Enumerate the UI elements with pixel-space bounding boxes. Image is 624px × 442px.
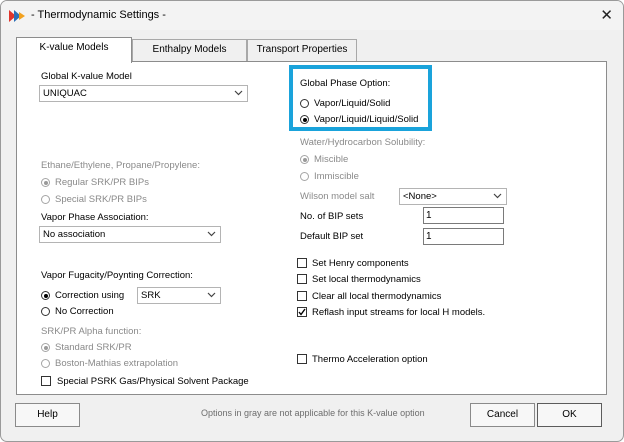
vapor-association-dropdown[interactable]: No association <box>39 226 221 243</box>
boston-mathias-label: Boston-Mathias extrapolation <box>55 358 179 369</box>
fugacity-correction-label: Vapor Fugacity/Poynting Correction: <box>41 270 193 281</box>
chevron-down-icon <box>493 193 502 199</box>
window-title: - Thermodynamic Settings - <box>31 9 166 21</box>
psrk-checkbox[interactable] <box>41 376 51 386</box>
miscible-radio <box>300 155 309 164</box>
global-k-value-dropdown[interactable]: UNIQUAC <box>39 85 248 102</box>
immiscible-label: Immiscible <box>314 171 359 182</box>
ok-button[interactable]: OK <box>537 403 602 427</box>
standard-alpha-label: Standard SRK/PR <box>55 342 132 353</box>
local-thermo-label: Set local thermodynamics <box>312 274 421 285</box>
gray-options-note: Options in gray are not applicable for t… <box>201 408 425 418</box>
regular-bips-radio <box>41 178 50 187</box>
default-bip-label: Default BIP set <box>300 231 364 242</box>
miscible-label: Miscible <box>314 154 349 165</box>
checkmark-icon <box>298 308 306 316</box>
standard-alpha-radio <box>41 343 50 352</box>
boston-mathias-radio <box>41 359 50 368</box>
thermodynamic-settings-dialog: - Thermodynamic Settings - ✕ K-value Mod… <box>0 0 624 442</box>
correction-using-radio[interactable] <box>41 291 50 300</box>
wilson-salt-text: <None> <box>403 191 437 202</box>
global-k-value-text: UNIQUAC <box>43 88 87 99</box>
vapor-association-text: No association <box>43 229 106 240</box>
reflash-streams-label: Reflash input streams for local H models… <box>312 307 486 318</box>
tab-transport-properties[interactable]: Transport Properties <box>247 39 357 61</box>
chevron-down-icon <box>207 292 216 298</box>
no-correction-radio[interactable] <box>41 307 50 316</box>
title-bar: - Thermodynamic Settings - ✕ <box>1 1 623 30</box>
psrk-label: Special PSRK Gas/Physical Solvent Packag… <box>57 376 249 387</box>
no-correction-label: No Correction <box>55 306 114 317</box>
correction-using-label: Correction using <box>55 290 125 301</box>
henry-components-checkbox[interactable] <box>297 258 307 268</box>
default-bip-input[interactable]: 1 <box>423 228 504 245</box>
chevron-down-icon <box>234 90 243 96</box>
wilson-salt-dropdown[interactable]: <None> <box>399 188 507 205</box>
wilson-salt-label: Wilson model salt <box>300 191 375 202</box>
global-phase-option-label: Global Phase Option: <box>300 78 391 89</box>
reflash-streams-checkbox[interactable] <box>297 307 307 317</box>
vapor-liquid-liquid-solid-label: Vapor/Liquid/Liquid/Solid <box>314 114 419 125</box>
alpha-function-label: SRK/PR Alpha function: <box>41 326 142 337</box>
immiscible-radio <box>300 172 309 181</box>
correction-method-dropdown[interactable]: SRK <box>137 287 221 304</box>
help-button[interactable]: Help <box>15 403 80 427</box>
correction-method-text: SRK <box>141 290 161 301</box>
thermo-acceleration-checkbox[interactable] <box>297 354 307 364</box>
vapor-liquid-liquid-solid-radio[interactable] <box>300 115 309 124</box>
app-logo-icon <box>9 10 25 22</box>
clear-local-thermo-label: Clear all local thermodynamics <box>312 291 442 302</box>
regular-bips-label: Regular SRK/PR BIPs <box>55 177 149 188</box>
close-icon[interactable]: ✕ <box>600 6 613 24</box>
tab-k-value-models[interactable]: K-value Models <box>16 37 132 63</box>
cancel-button[interactable]: Cancel <box>470 403 535 427</box>
thermo-acceleration-label: Thermo Acceleration option <box>312 354 428 365</box>
clear-local-thermo-checkbox[interactable] <box>297 291 307 301</box>
global-k-value-label: Global K-value Model <box>41 71 132 82</box>
local-thermo-checkbox[interactable] <box>297 274 307 284</box>
chevron-down-icon <box>207 231 216 237</box>
vapor-association-label: Vapor Phase Association: <box>41 212 149 223</box>
ethane-propane-label: Ethane/Ethylene, Propane/Propylene: <box>41 160 200 171</box>
special-bips-radio <box>41 195 50 204</box>
henry-components-label: Set Henry components <box>312 258 409 269</box>
water-hydrocarbon-label: Water/Hydrocarbon Solubility: <box>300 137 426 148</box>
vapor-liquid-solid-label: Vapor/Liquid/Solid <box>314 98 391 109</box>
bip-sets-label: No. of BIP sets <box>300 211 364 222</box>
bip-sets-input[interactable]: 1 <box>423 207 504 224</box>
tab-enthalpy-models[interactable]: Enthalpy Models <box>132 39 247 61</box>
special-bips-label: Special SRK/PR BIPs <box>55 194 147 205</box>
vapor-liquid-solid-radio[interactable] <box>300 99 309 108</box>
